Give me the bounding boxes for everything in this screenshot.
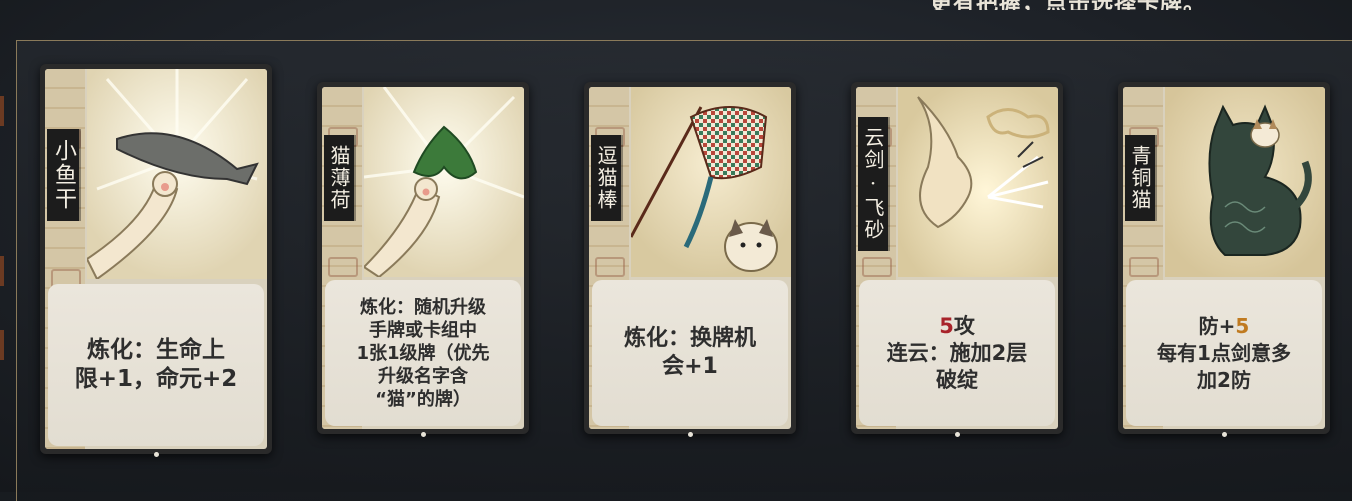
cat-teaser-icon — [631, 87, 791, 277]
card-effect: 5攻 连云：施加2层 破绽 — [859, 280, 1055, 426]
card-name: 逗猫棒 — [591, 135, 621, 221]
card-position-dot — [1222, 432, 1227, 437]
card-cat-teaser[interactable]: 逗猫棒 炼化：换牌机 会+1 — [584, 82, 796, 437]
card-name: 云剑·飞砂 — [858, 117, 888, 251]
selection-hint: 更有把握，点击选择卡牌。 — [930, 0, 1350, 10]
card-name: 小鱼干 — [47, 129, 79, 221]
attack-value: 5 — [939, 313, 954, 338]
card-name: 青铜猫 — [1125, 135, 1155, 221]
card-dried-fish[interactable]: 小鱼干 炼化：生命上 限+1，命元+2 — [40, 64, 272, 457]
card-position-dot — [955, 432, 960, 437]
card-position-dot — [421, 432, 426, 437]
sword-cloud-icon — [898, 87, 1058, 277]
card-effect: 炼化：随机升级 手牌或卡组中 1张1级牌（优先 升级名字含 “猫”的牌） — [325, 280, 521, 426]
card-position-dot — [154, 452, 159, 457]
card-effect: 炼化：生命上 限+1，命元+2 — [48, 284, 264, 446]
left-edge-mark — [0, 330, 4, 360]
card-catnip[interactable]: 猫薄荷 炼化：随机升级 手牌或卡组中 1张1级牌（优先 升级名字含 “猫”的牌） — [317, 82, 529, 437]
card-effect: 炼化：换牌机 会+1 — [592, 280, 788, 426]
card-bronze-cat[interactable]: 青铜猫 防+5 每有1点剑意多 加2防 — [1118, 82, 1330, 437]
card-cloud-sword-flying-sand[interactable]: 云剑·飞砂 5攻 连云：施加2层 破绽 — [851, 82, 1063, 437]
dried-fish-icon — [87, 69, 267, 279]
left-edge-mark — [0, 96, 4, 126]
card-name: 猫薄荷 — [324, 135, 354, 221]
defense-value: 5 — [1235, 313, 1250, 338]
bronze-cat-icon — [1165, 87, 1325, 277]
catnip-icon — [364, 87, 524, 277]
card-effect: 防+5 每有1点剑意多 加2防 — [1126, 280, 1322, 426]
card-position-dot — [688, 432, 693, 437]
left-edge-mark — [0, 256, 4, 286]
